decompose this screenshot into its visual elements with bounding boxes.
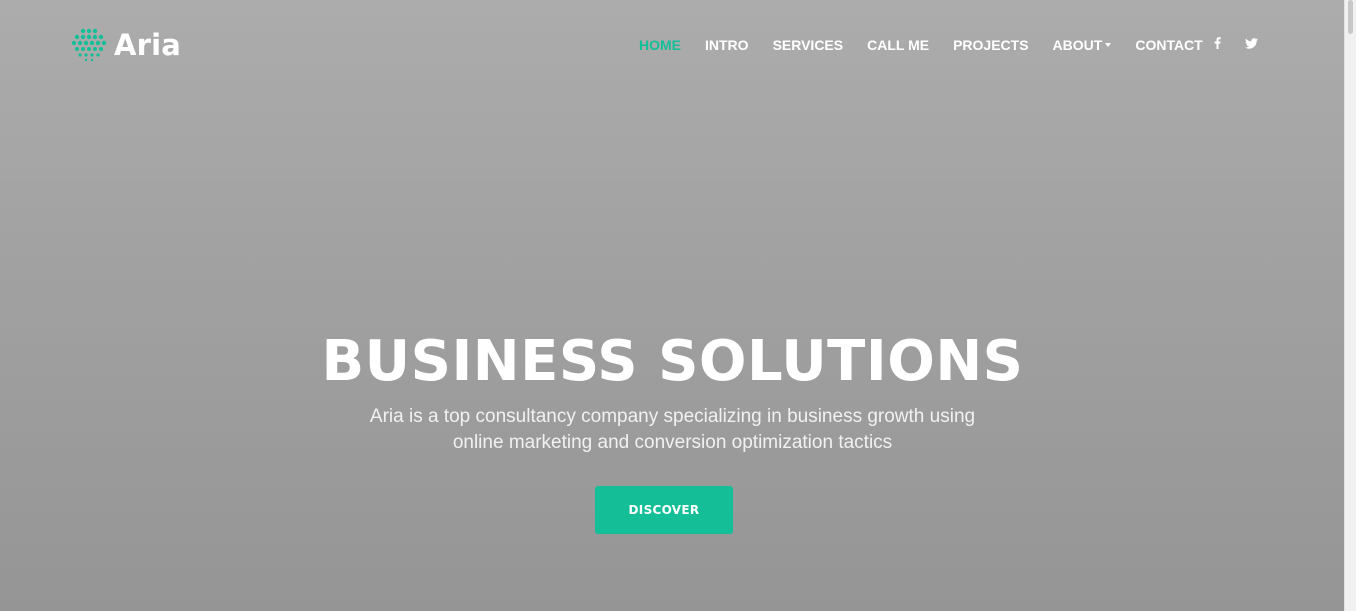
page: Aria HOME INTRO SERVICES CALL ME PROJECT… xyxy=(0,0,1356,611)
nav-item-call-me[interactable]: CALL ME xyxy=(867,36,929,54)
nav-item-about-dropdown[interactable]: ABOUT xyxy=(1053,36,1112,54)
hero-section: BUSINESS SOLUTIONS Aria is a top consult… xyxy=(0,320,1345,456)
main-nav: HOME INTRO SERVICES CALL ME PROJECTS ABO… xyxy=(639,36,1227,54)
caret-down-icon xyxy=(1105,42,1112,47)
nav-item-label: INTRO xyxy=(705,37,749,53)
hero-title: BUSINESS SOLUTIONS xyxy=(321,329,1024,394)
nav-item-label: ABOUT xyxy=(1052,37,1103,53)
nav-item-projects[interactable]: PROJECTS xyxy=(953,36,1028,54)
nav-item-label: HOME xyxy=(639,37,681,53)
aria-dots-logo-icon xyxy=(71,28,107,62)
nav-item-label: CALL ME xyxy=(867,37,930,53)
twitter-icon[interactable] xyxy=(1244,36,1258,50)
brand-logo[interactable]: Aria xyxy=(70,27,181,63)
discover-button[interactable]: DISCOVER xyxy=(595,486,733,534)
nav-item-label: PROJECTS xyxy=(953,37,1029,53)
facebook-icon[interactable] xyxy=(1210,36,1224,50)
nav-item-label: CONTACT xyxy=(1135,37,1203,53)
nav-item-services[interactable]: SERVICES xyxy=(773,36,844,54)
scrollbar-thumb[interactable] xyxy=(1348,0,1353,34)
navbar: Aria HOME INTRO SERVICES CALL ME PROJECT… xyxy=(0,0,1345,90)
hero-subtitle-line2: online marketing and conversion optimiza… xyxy=(452,432,893,453)
nav-item-home[interactable]: HOME xyxy=(639,36,681,54)
hero-subtitle-line1: Aria is a top consultancy company specia… xyxy=(369,406,976,427)
page-scrollbar[interactable] xyxy=(1344,0,1356,611)
nav-item-intro[interactable]: INTRO xyxy=(705,36,749,54)
hero-subtitle: Aria is a top consultancy company specia… xyxy=(363,404,983,456)
brand-name: Aria xyxy=(114,28,182,62)
nav-item-label: SERVICES xyxy=(772,37,844,53)
social-links xyxy=(1210,36,1278,50)
nav-item-contact[interactable]: CONTACT xyxy=(1135,36,1202,54)
